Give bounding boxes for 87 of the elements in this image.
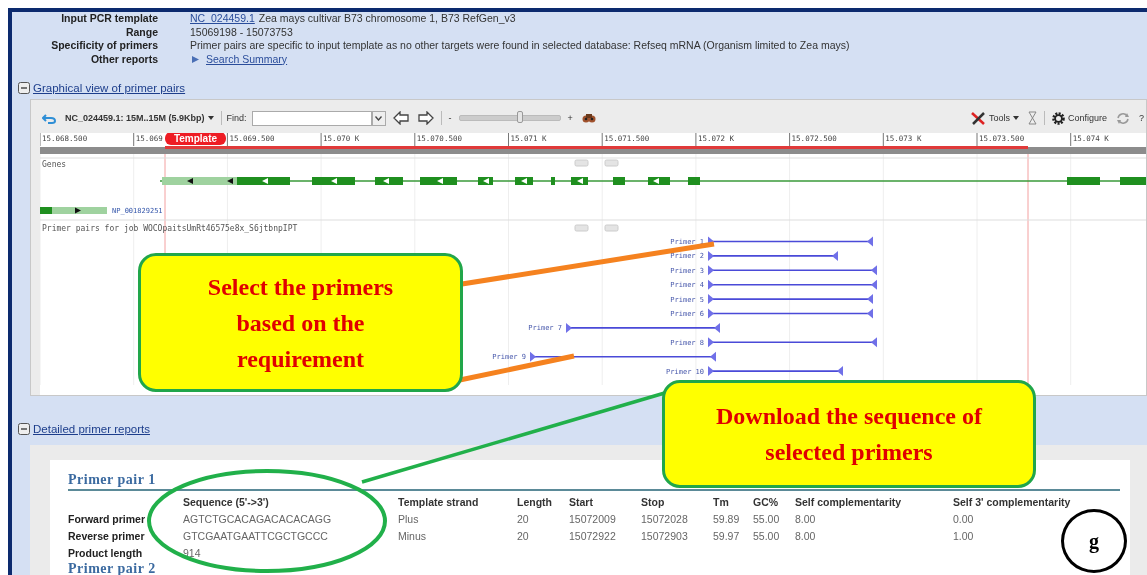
sequence-menu[interactable]: NC_024459.1: 15M..15M (5.9Kbp) bbox=[63, 113, 216, 123]
column-header: Self 3' complementarity bbox=[953, 494, 1072, 510]
column-header: GC% bbox=[753, 493, 795, 510]
table-cell: 15072903 bbox=[641, 527, 713, 544]
hourglass-button[interactable] bbox=[1025, 111, 1039, 125]
track-control-icon[interactable] bbox=[604, 224, 619, 232]
primer-bar[interactable] bbox=[707, 236, 874, 247]
triangle-icon[interactable] bbox=[192, 55, 199, 63]
configure-button[interactable]: Configure bbox=[1049, 111, 1109, 125]
column-header: Start bbox=[569, 493, 641, 510]
column-header: Sequence (5'->3') bbox=[183, 493, 398, 510]
template-badge: Template bbox=[165, 133, 226, 145]
table-cell-text: 1.00 bbox=[953, 528, 975, 544]
track-label: Genes bbox=[42, 160, 67, 169]
field-label: Input PCR template bbox=[60, 12, 158, 26]
section-link[interactable]: Detailed primer reports bbox=[33, 423, 150, 435]
primer-bar[interactable] bbox=[707, 308, 874, 319]
column-header: Stop bbox=[641, 493, 713, 510]
table-cell: 8.00 bbox=[795, 510, 953, 527]
callout-text: Select the primers based on the requirement bbox=[206, 272, 395, 374]
field-value: Primer pairs are specific to input template as no other targets were found in selected database: Refseq mRNA (Organism limited to Zea mays) bbox=[190, 39, 850, 53]
table-cell-text: 0.00 bbox=[953, 511, 975, 527]
collapse-icon[interactable] bbox=[18, 82, 30, 94]
column-header: Template strand bbox=[398, 493, 517, 510]
table-cell: 55.00 bbox=[753, 510, 795, 527]
field-label: Other reports bbox=[89, 52, 158, 66]
chevron-down-icon bbox=[375, 115, 383, 121]
slider-thumb[interactable] bbox=[516, 111, 523, 123]
zoom-out-button[interactable]: - bbox=[446, 113, 454, 123]
refresh-icon bbox=[1116, 111, 1130, 125]
table-cell: 15072028 bbox=[641, 510, 713, 527]
table-cell: AGTCTGCACAGACACACAGG bbox=[183, 510, 398, 527]
column-header: Self complementarity bbox=[795, 493, 953, 510]
row-label: Reverse primer bbox=[68, 527, 183, 544]
link[interactable]: NC_024459.1 bbox=[190, 12, 255, 26]
forward-arrow-button[interactable] bbox=[415, 111, 436, 125]
field-value: Zea mays cultivar B73 chromosome 1, B73 RefGen_v3 bbox=[258, 12, 516, 26]
primer-bar[interactable] bbox=[707, 337, 878, 348]
undo-icon bbox=[42, 112, 56, 124]
link[interactable]: Search Summary bbox=[206, 52, 288, 66]
primer-bar[interactable] bbox=[529, 351, 717, 362]
zoom-in-button[interactable]: + bbox=[565, 113, 575, 123]
column-header: Tm bbox=[713, 493, 753, 510]
table-cell: 8.00 bbox=[795, 527, 953, 544]
caret-icon bbox=[207, 116, 214, 120]
left-arrow-icon bbox=[392, 111, 409, 125]
gear-icon bbox=[1051, 111, 1065, 125]
field-label: Range bbox=[124, 25, 158, 39]
primer-bar[interactable] bbox=[707, 279, 878, 290]
back-button[interactable] bbox=[40, 112, 58, 124]
field-label: Specificity of primers bbox=[50, 39, 158, 53]
find-field[interactable] bbox=[251, 110, 372, 126]
table-cell: 15072009 bbox=[569, 510, 641, 527]
collapse-icon[interactable] bbox=[18, 423, 30, 435]
primer-bar[interactable] bbox=[707, 294, 874, 305]
row-label: Forward primer bbox=[68, 510, 183, 527]
track-label: Primer pairs for job WOCOpaitsUmRt46575e8x_S6jtbnpIPT bbox=[42, 224, 298, 233]
track-control-icon[interactable] bbox=[574, 224, 589, 232]
tools-icon bbox=[969, 111, 986, 125]
track-control-icon[interactable] bbox=[574, 159, 589, 167]
table-cell: Minus bbox=[398, 527, 517, 544]
help-button[interactable]: ? bbox=[1137, 113, 1146, 123]
primer-bar[interactable] bbox=[565, 322, 721, 333]
gene-feature-drawing bbox=[40, 207, 107, 214]
column-header: Length bbox=[517, 493, 569, 510]
row-label: Product length bbox=[68, 544, 183, 561]
callout-text: Download the sequence of selected primers bbox=[715, 402, 983, 467]
table-cell: 59.89 bbox=[713, 510, 753, 527]
binoculars-icon bbox=[581, 113, 596, 123]
tools-menu[interactable]: Tools bbox=[967, 111, 1021, 125]
find-label: Find: bbox=[226, 113, 247, 123]
section-link[interactable]: Graphical view of primer pairs bbox=[33, 82, 186, 94]
table-cell: Plus bbox=[398, 510, 517, 527]
primer-bar[interactable] bbox=[707, 250, 839, 261]
hourglass-icon bbox=[1027, 111, 1037, 125]
primer-bar[interactable] bbox=[707, 366, 844, 377]
table-cell: GTCGAATGAATTCGCTGCCC bbox=[183, 527, 398, 544]
field-value: 15069198 - 15073753 bbox=[190, 25, 293, 39]
table-cell: 59.97 bbox=[713, 527, 753, 544]
table-cell: 15072922 bbox=[569, 527, 641, 544]
table-cell: 20 bbox=[517, 527, 569, 544]
primer-bar[interactable] bbox=[707, 265, 878, 276]
caret-icon bbox=[1012, 116, 1019, 120]
table-cell: 55.00 bbox=[753, 527, 795, 544]
track-control-icon[interactable] bbox=[604, 159, 619, 167]
right-arrow-icon bbox=[417, 111, 434, 125]
table-cell: 20 bbox=[517, 510, 569, 527]
